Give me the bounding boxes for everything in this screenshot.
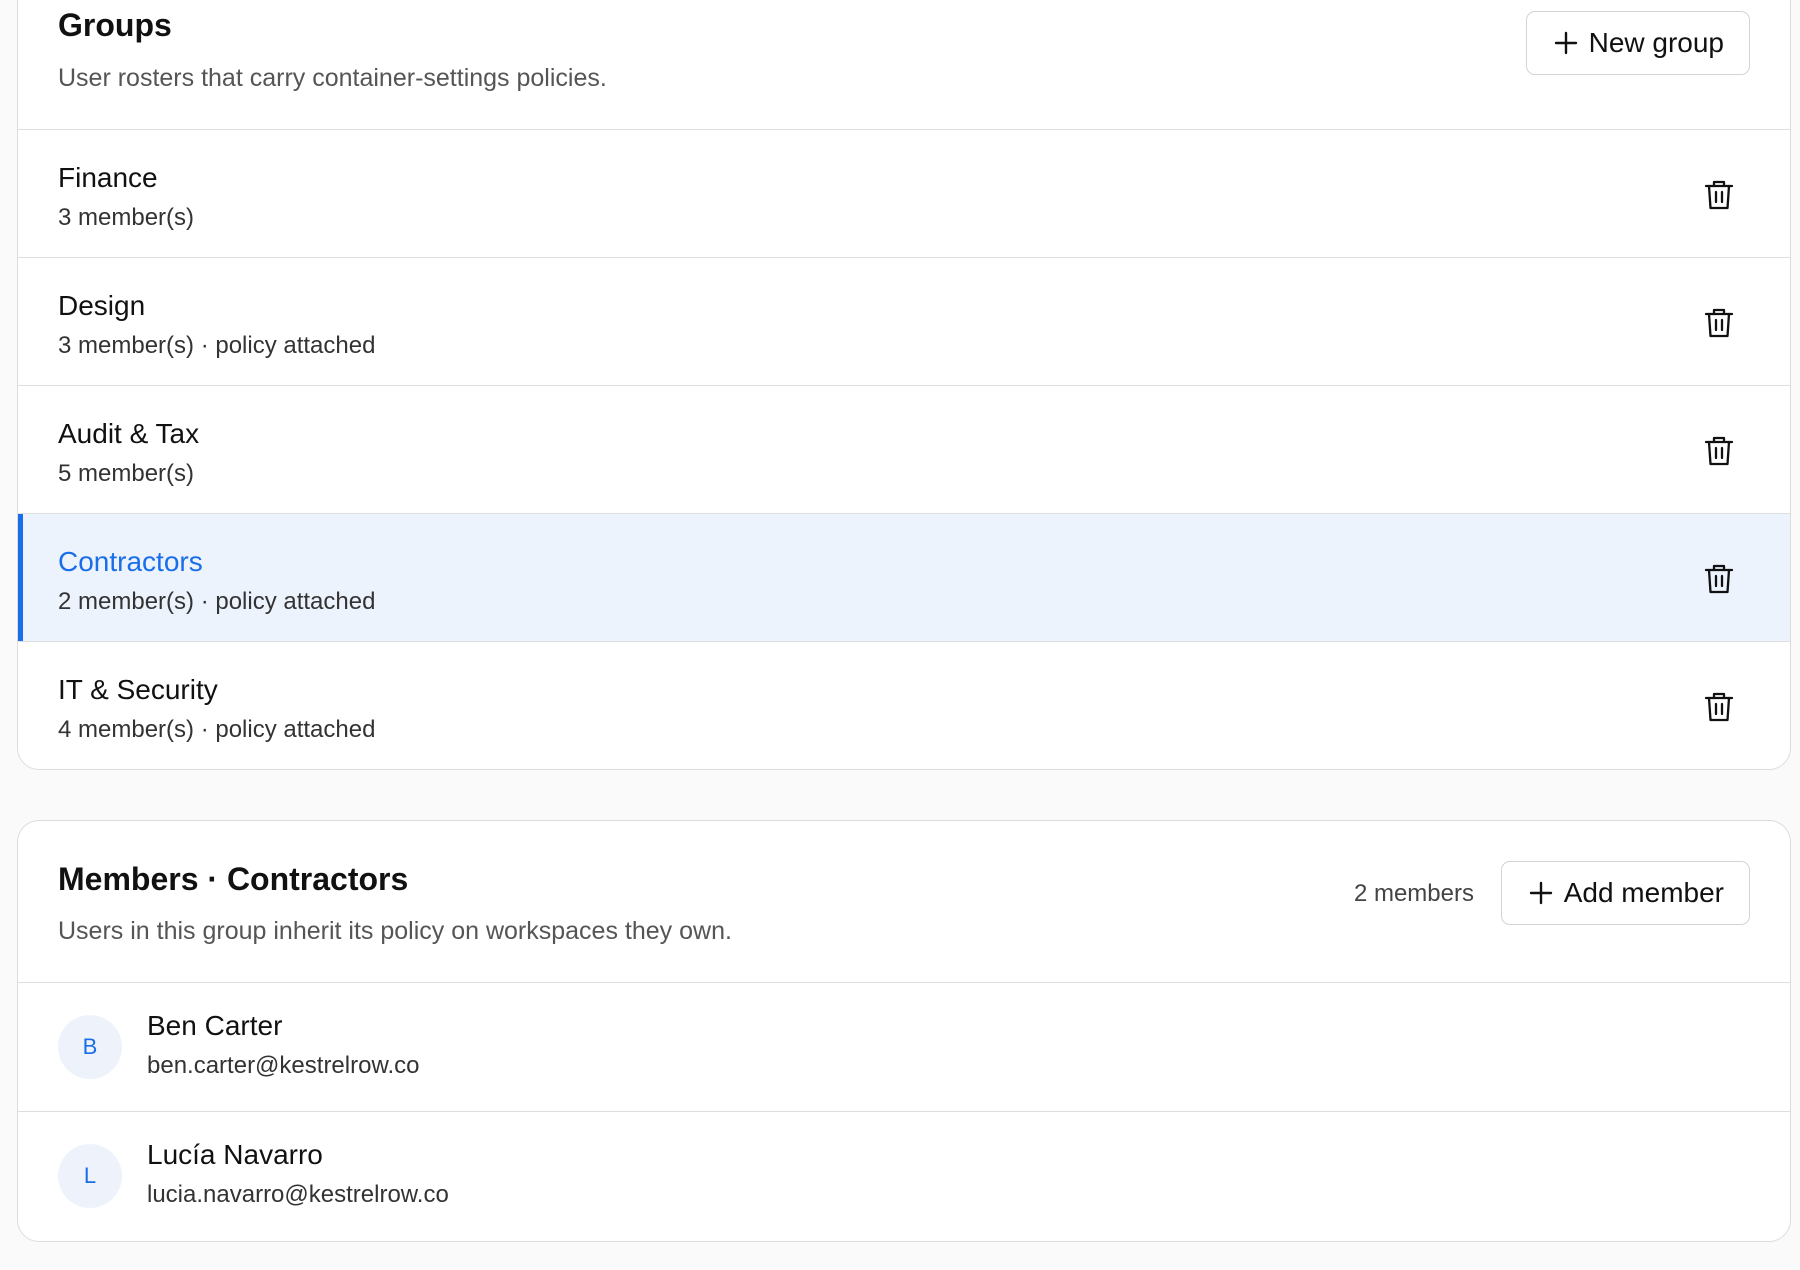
- group-row-design[interactable]: Design 3 member(s) · policy attached: [18, 258, 1790, 386]
- trash-icon[interactable]: [1704, 179, 1734, 211]
- group-list: Finance 3 member(s) Design 3 member(s) ·…: [18, 130, 1790, 769]
- trash-icon[interactable]: [1704, 563, 1734, 595]
- plus-icon: [1529, 881, 1552, 905]
- group-meta: 3 member(s): [58, 204, 195, 231]
- new-group-button-label: New group: [1588, 27, 1724, 58]
- groups-panel: Groups User rosters that carry container…: [17, 0, 1791, 770]
- member-row: B Ben Carter ben.carter@kestrelrow.co: [18, 983, 1790, 1112]
- new-group-button[interactable]: New group: [1525, 11, 1750, 75]
- group-meta: 5 member(s): [58, 460, 195, 487]
- member-row: L Lucía Navarro lucia.navarro@kestrelrow…: [18, 1112, 1790, 1241]
- add-member-button-label: Add member: [1563, 877, 1724, 908]
- members-subtitle: Users in this group inherit its policy o…: [58, 917, 732, 945]
- group-meta: 2 member(s) · policy attached: [58, 588, 376, 615]
- member-name: Lucía Navarro: [147, 1139, 323, 1170]
- trash-icon[interactable]: [1704, 691, 1734, 723]
- group-row-contractors[interactable]: Contractors 2 member(s) · policy attache…: [18, 514, 1790, 642]
- members-panel: Members · Contractors Users in this grou…: [17, 820, 1791, 1242]
- groups-title: Groups: [58, 7, 172, 43]
- avatar: B: [58, 1015, 122, 1079]
- group-row-finance[interactable]: Finance 3 member(s): [18, 130, 1790, 258]
- member-email: ben.carter@kestrelrow.co: [147, 1052, 420, 1079]
- group-name: Audit & Tax: [58, 418, 200, 449]
- group-row-audit-tax[interactable]: Audit & Tax 5 member(s): [18, 386, 1790, 514]
- member-count: 2 members: [1353, 880, 1474, 907]
- trash-icon[interactable]: [1704, 435, 1734, 467]
- member-list: B Ben Carter ben.carter@kestrelrow.co L …: [18, 983, 1790, 1241]
- group-name: Design: [58, 290, 146, 321]
- groups-panel-header: Groups User rosters that carry container…: [18, 0, 1790, 130]
- add-member-button[interactable]: Add member: [1500, 861, 1750, 925]
- member-email: lucia.navarro@kestrelrow.co: [147, 1181, 449, 1208]
- avatar: L: [58, 1144, 122, 1208]
- group-meta: 4 member(s) · policy attached: [58, 716, 376, 743]
- group-name: IT & Security: [58, 674, 218, 705]
- group-meta: 3 member(s) · policy attached: [58, 332, 376, 359]
- members-title: Members · Contractors: [58, 861, 409, 897]
- group-row-it-security[interactable]: IT & Security 4 member(s) · policy attac…: [18, 642, 1790, 769]
- groups-subtitle: User rosters that carry container-settin…: [58, 64, 607, 92]
- trash-icon[interactable]: [1704, 307, 1734, 339]
- group-name: Contractors: [58, 546, 203, 577]
- plus-icon: [1554, 31, 1577, 55]
- member-name: Ben Carter: [147, 1010, 283, 1041]
- group-name: Finance: [58, 162, 158, 193]
- members-panel-header: Members · Contractors Users in this grou…: [18, 821, 1790, 983]
